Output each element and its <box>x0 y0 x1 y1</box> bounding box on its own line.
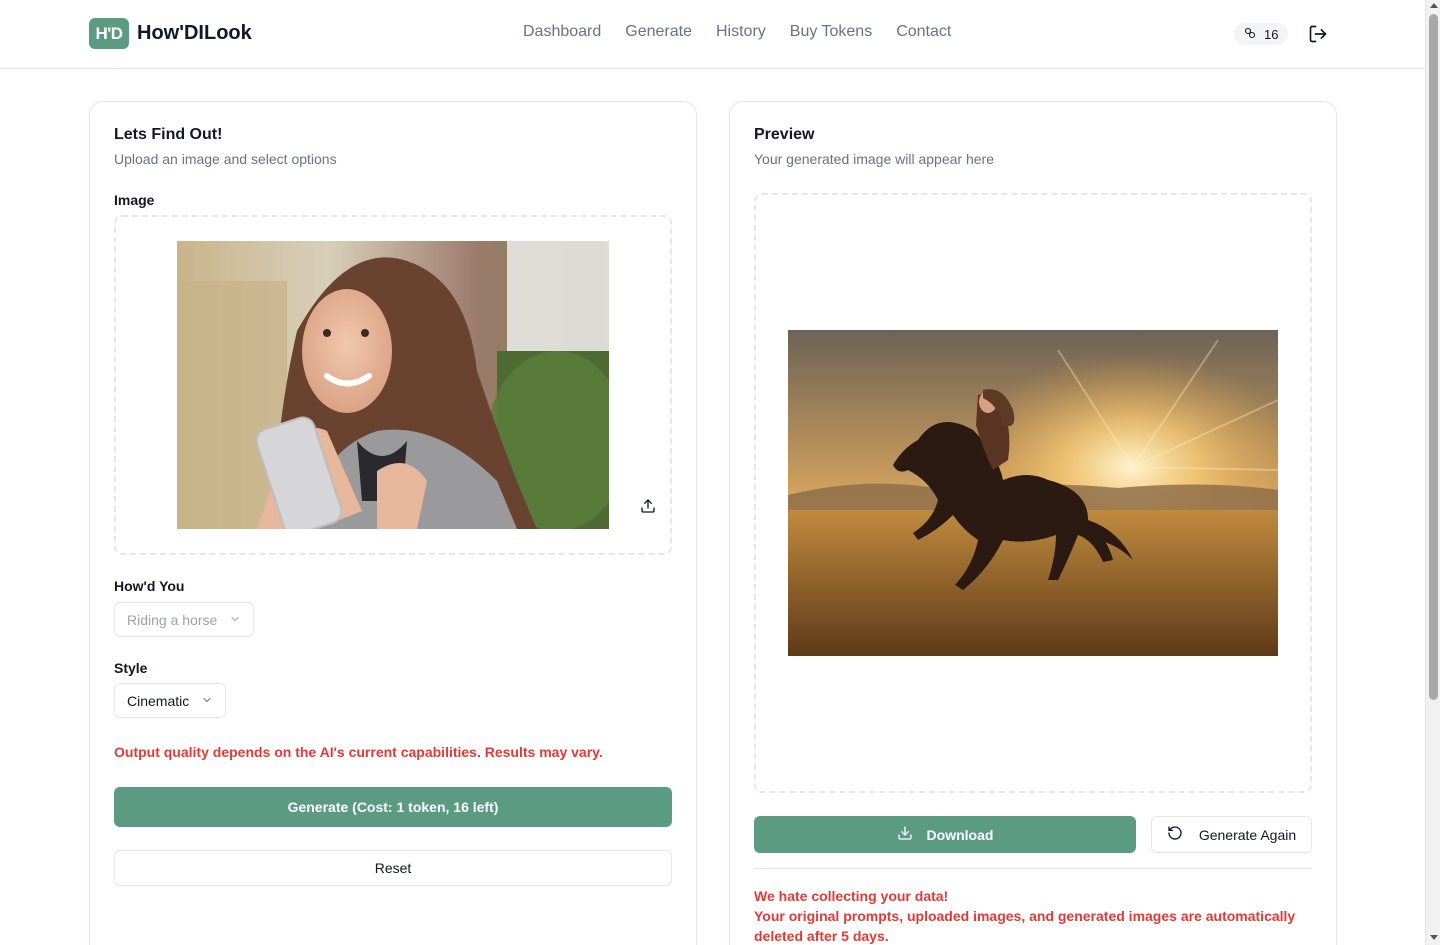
howd-you-value: Riding a horse <box>127 611 218 628</box>
options-card-subtitle: Upload an image and select options <box>114 151 337 167</box>
nav-buy-tokens[interactable]: Buy Tokens <box>790 23 872 41</box>
generate-button[interactable]: Generate (Cost: 1 token, 16 left) <box>114 787 672 827</box>
options-card: Lets Find Out! Upload an image and selec… <box>89 101 697 945</box>
upload-icon[interactable] <box>633 491 663 521</box>
logo-badge: H'D <box>89 18 129 49</box>
nav-history[interactable]: History <box>716 23 766 41</box>
download-label: Download <box>926 826 994 843</box>
preview-card-subtitle: Your generated image will appear here <box>754 151 994 167</box>
nav-contact[interactable]: Contact <box>896 23 951 41</box>
preview-area <box>754 193 1312 793</box>
generated-image[interactable] <box>788 330 1278 656</box>
divider <box>754 868 1312 869</box>
chevron-down-icon <box>201 693 213 709</box>
style-value: Cinematic <box>127 692 190 709</box>
uploaded-photo <box>177 241 609 529</box>
page-scrollbar[interactable] <box>1425 0 1440 945</box>
token-balance-badge[interactable]: 16 <box>1234 23 1289 45</box>
brand-logo[interactable]: H'D How'DILook <box>89 18 252 49</box>
logout-icon[interactable] <box>1308 24 1328 44</box>
style-select[interactable]: Cinematic <box>114 683 227 718</box>
howd-you-label: How'd You <box>114 578 185 594</box>
download-icon <box>897 825 913 844</box>
scroll-thumb[interactable] <box>1429 14 1438 700</box>
preview-card: Preview Your generated image will appear… <box>729 101 1337 945</box>
image-dropzone[interactable] <box>114 215 672 555</box>
token-count: 16 <box>1264 26 1279 42</box>
chevron-down-icon <box>229 612 241 628</box>
top-nav-bar: H'D How'DILook Dashboard Generate Histor… <box>0 0 1425 69</box>
reset-button[interactable]: Reset <box>114 850 672 886</box>
generate-again-label: Generate Again <box>1198 826 1297 843</box>
link-icon <box>1244 27 1256 42</box>
main-nav: Dashboard Generate History Buy Tokens Co… <box>523 23 951 41</box>
howd-you-select[interactable]: Riding a horse <box>114 602 255 637</box>
scroll-up-arrow[interactable] <box>1429 3 1438 8</box>
options-card-title: Lets Find Out! <box>114 126 223 143</box>
scroll-down-arrow[interactable] <box>1429 935 1438 940</box>
download-button[interactable]: Download <box>754 816 1136 853</box>
brand-name: How'DILook <box>137 22 252 44</box>
generate-again-button[interactable]: Generate Again <box>1151 816 1312 853</box>
refresh-icon <box>1167 825 1183 844</box>
preview-card-title: Preview <box>754 126 815 143</box>
privacy-headline: We hate collecting your data! <box>754 888 949 904</box>
quality-warning: Output quality depends on the AI's curre… <box>114 744 603 760</box>
privacy-notice: We hate collecting your data! Your origi… <box>754 886 1314 945</box>
image-label: Image <box>114 192 155 208</box>
style-label: Style <box>114 660 148 676</box>
privacy-detail: Your original prompts, uploaded images, … <box>754 908 1296 944</box>
nav-generate[interactable]: Generate <box>625 23 692 41</box>
nav-dashboard[interactable]: Dashboard <box>523 23 601 41</box>
